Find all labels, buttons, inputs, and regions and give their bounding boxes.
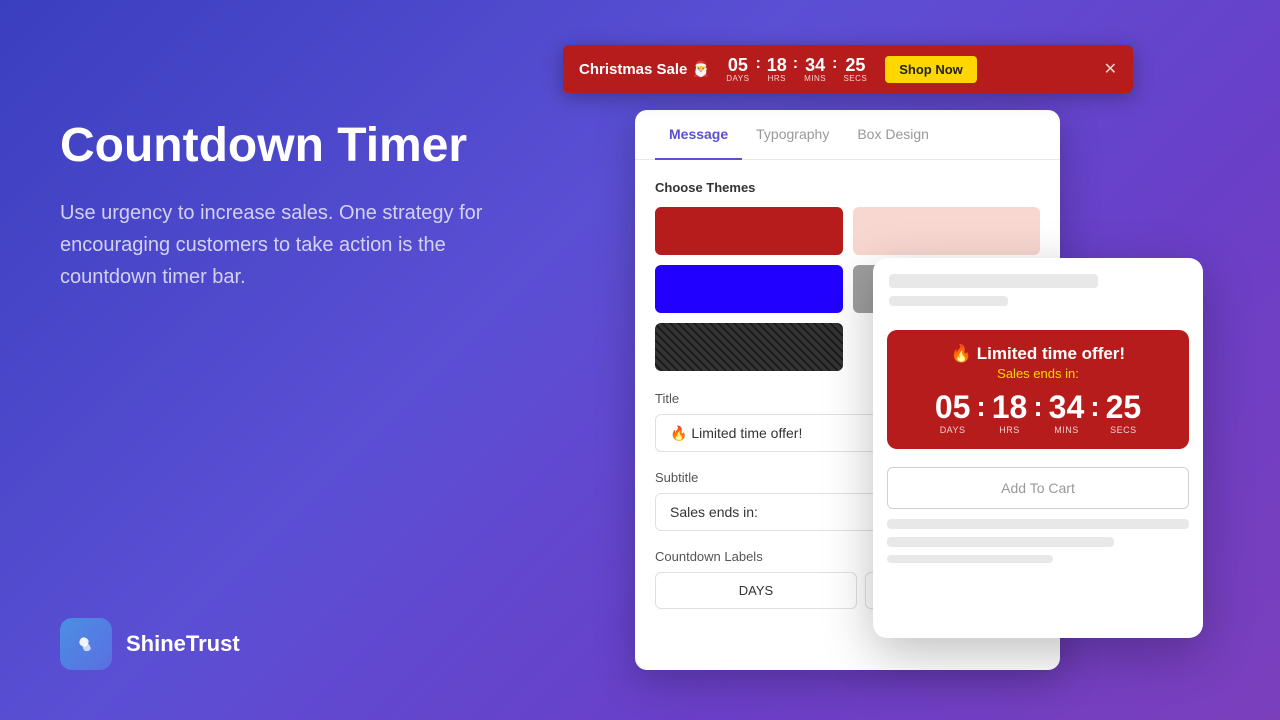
countdown-card-subtitle: Sales ends in: [903, 366, 1173, 381]
skeleton-short [889, 296, 1008, 306]
time-block-days: 05 DAYS [935, 391, 971, 435]
days-label-input[interactable] [655, 572, 857, 609]
notif-mins-value: 34 [805, 56, 825, 74]
time-colon-3: : [1090, 391, 1099, 435]
brand: ShineTrust [60, 618, 240, 670]
theme-swatch-dark[interactable] [655, 323, 843, 371]
tabs-container: Message Typography Box Design [635, 110, 1060, 160]
add-to-cart-button[interactable]: Add To Cart [887, 467, 1189, 509]
theme-swatch-red[interactable] [655, 207, 843, 255]
left-section: Countdown Timer Use urgency to increase … [60, 120, 540, 293]
shop-now-button[interactable]: Shop Now [885, 56, 977, 83]
page-title: Countdown Timer [60, 120, 540, 173]
notif-hrs-block: 18 HRS [767, 56, 787, 83]
time-mins-value: 34 [1049, 391, 1085, 423]
time-colon-2: : [1033, 391, 1042, 435]
notif-mins-block: 34 MINS [804, 56, 826, 83]
choose-themes-label: Choose Themes [655, 180, 1040, 195]
close-icon[interactable]: ✕ [1104, 59, 1117, 79]
notif-secs-value: 25 [845, 56, 865, 74]
countdown-card-title: 🔥 Limited time offer! [903, 344, 1173, 364]
notif-mins-label: MINS [804, 74, 826, 83]
notification-bar: Christmas Sale 🎅 05 DAYS : 18 HRS : 34 M… [563, 45, 1133, 93]
brand-icon [60, 618, 112, 670]
notif-colon-2: : [793, 55, 798, 83]
countdown-card: 🔥 Limited time offer! Sales ends in: 05 … [887, 330, 1189, 449]
notif-colon-3: : [832, 55, 837, 83]
time-secs-value: 25 [1106, 391, 1142, 423]
notif-days-value: 05 [728, 56, 748, 74]
time-hrs-value: 18 [992, 391, 1028, 423]
notif-title: Christmas Sale 🎅 [579, 60, 710, 78]
skeleton-title [889, 274, 1098, 288]
product-panel: 🔥 Limited time offer! Sales ends in: 05 … [873, 258, 1203, 638]
countdown-timer-row: 05 DAYS : 18 HRS : 34 MINS : 25 SECS [903, 391, 1173, 435]
time-days-value: 05 [935, 391, 971, 423]
time-block-mins: 34 MINS [1049, 391, 1085, 435]
notif-secs-block: 25 SECS [843, 56, 867, 83]
time-block-hrs: 18 HRS [992, 391, 1028, 435]
notif-days-block: 05 DAYS [726, 56, 749, 83]
theme-swatch-blue[interactable] [655, 265, 843, 313]
time-colon-1: : [976, 391, 985, 435]
notif-hrs-value: 18 [767, 56, 787, 74]
notif-colon-1: : [755, 55, 760, 83]
time-block-secs: 25 SECS [1106, 391, 1142, 435]
time-secs-label: SECS [1110, 425, 1137, 435]
time-days-label: DAYS [940, 425, 966, 435]
skeleton-small-1 [887, 555, 1053, 563]
product-footer [873, 519, 1203, 563]
brand-name: ShineTrust [126, 631, 240, 657]
notif-days-label: DAYS [726, 74, 749, 83]
notif-timer: 05 DAYS : 18 HRS : 34 MINS : 25 SECS [726, 55, 867, 83]
time-mins-label: MINS [1054, 425, 1079, 435]
skeleton-full-1 [887, 519, 1189, 529]
tab-typography[interactable]: Typography [742, 110, 843, 160]
notif-secs-label: SECS [843, 74, 867, 83]
tab-box-design[interactable]: Box Design [843, 110, 943, 160]
theme-swatch-pink[interactable] [853, 207, 1041, 255]
page-description: Use urgency to increase sales. One strat… [60, 197, 500, 293]
time-hrs-label: HRS [999, 425, 1020, 435]
skeleton-medium-1 [887, 537, 1114, 547]
tab-message[interactable]: Message [655, 110, 742, 160]
notif-hrs-label: HRS [768, 74, 786, 83]
product-header [873, 258, 1203, 322]
